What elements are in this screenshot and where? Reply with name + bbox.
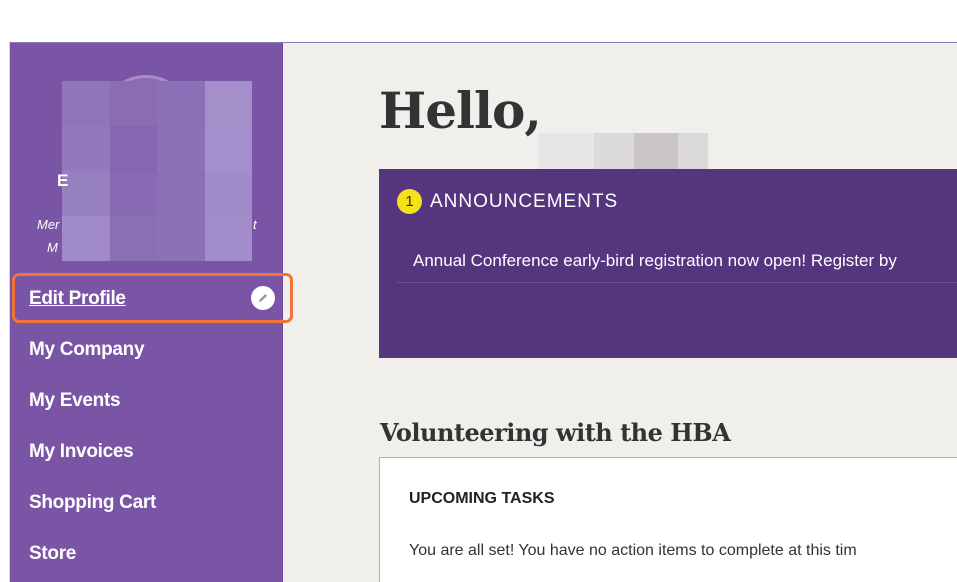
sidebar-item-my-company[interactable]: My Company [10,324,283,375]
redacted-profile-photo [62,81,252,261]
main-content: Hello, 1 ANNOUNCEMENTS Annual Conference… [283,43,957,582]
sidebar-item-label: Shopping Cart [29,491,156,513]
sidebar-item-label: My Invoices [29,440,134,462]
upcoming-tasks-message: You are all set! You have no action item… [409,542,857,559]
member-type: Mer [37,217,60,232]
sidebar-item-my-events[interactable]: My Events [10,375,283,426]
member-since: M [47,240,58,255]
announcement-divider [397,282,957,283]
volunteering-title: Volunteering with the HBA [380,418,731,447]
announcement-count-badge: 1 [397,189,422,214]
announcements-header: 1 ANNOUNCEMENTS [397,189,618,214]
sidebar-item-label: My Company [29,338,145,360]
member-type-suffix: t [253,217,257,232]
sidebar-item-store[interactable]: Store [10,528,283,579]
upcoming-tasks-title: UPCOMING TASKS [409,490,555,507]
announcement-item[interactable]: Annual Conference early-bird registratio… [413,251,897,271]
profile-summary: E Mer t M [10,43,283,273]
sidebar-item-shopping-cart[interactable]: Shopping Cart [10,477,283,528]
greeting-heading: Hello, [379,81,542,140]
upcoming-tasks-card: UPCOMING TASKS You are all set! You have… [379,457,957,582]
sidebar-item-my-invoices[interactable]: My Invoices [10,426,283,477]
announcements-panel: 1 ANNOUNCEMENTS Annual Conference early-… [379,169,957,358]
announcements-title: ANNOUNCEMENTS [430,190,619,212]
sidebar-item-label: Store [29,542,77,564]
profile-name: E [57,171,69,190]
edit-profile-highlight [12,273,293,323]
sidebar-item-label: My Events [29,389,121,411]
